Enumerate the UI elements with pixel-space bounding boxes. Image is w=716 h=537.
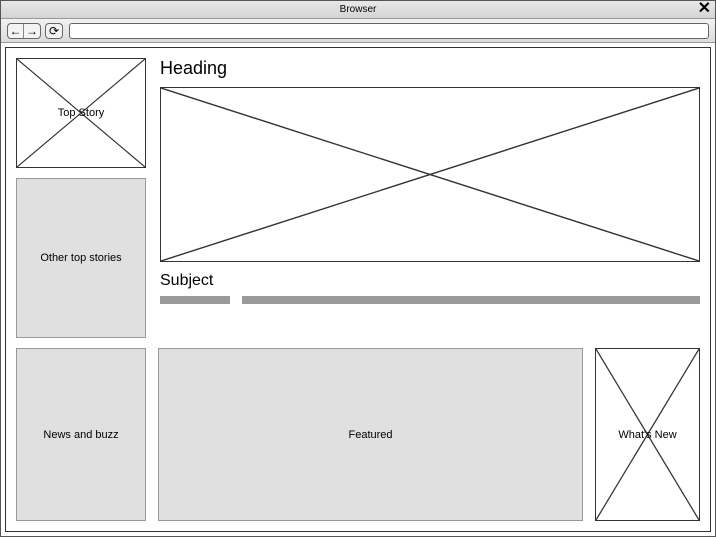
top-story-box[interactable]: Top Story <box>16 58 146 168</box>
hero-image[interactable] <box>160 87 700 262</box>
text-placeholder-short <box>160 296 230 304</box>
news-and-buzz-box[interactable]: News and buzz <box>16 348 146 521</box>
other-top-stories-box[interactable]: Other top stories <box>16 178 146 338</box>
arrow-right-icon: → <box>26 25 38 37</box>
upper-row: Top Story Other top stories Heading Subj… <box>16 58 700 338</box>
featured-label: Featured <box>346 429 394 441</box>
refresh-button[interactable]: ⟳ <box>45 23 63 39</box>
titlebar: Browser ✕ <box>1 1 715 19</box>
text-placeholder-row <box>160 296 700 304</box>
page-content: Top Story Other top stories Heading Subj… <box>5 47 711 532</box>
url-input[interactable] <box>69 23 709 39</box>
back-button[interactable]: ← <box>8 24 24 38</box>
lower-row: News and buzz Featured What's New <box>16 348 700 521</box>
text-placeholder-long <box>242 296 700 304</box>
toolbar: ← → ⟳ <box>1 19 715 43</box>
window-title: Browser <box>340 4 377 15</box>
top-story-label: Top Story <box>56 107 106 119</box>
arrow-left-icon: ← <box>10 25 22 37</box>
main-column: Heading Subject <box>160 58 700 338</box>
close-icon[interactable]: ✕ <box>698 1 711 17</box>
refresh-icon: ⟳ <box>49 24 59 38</box>
forward-button[interactable]: → <box>24 24 40 38</box>
featured-box[interactable]: Featured <box>158 348 583 521</box>
page-heading: Heading <box>160 58 700 79</box>
whats-new-box[interactable]: What's New <box>595 348 700 521</box>
nav-group: ← → <box>7 23 41 39</box>
browser-window: Browser ✕ ← → ⟳ Top Story <box>0 0 716 537</box>
whats-new-label: What's New <box>616 429 678 441</box>
news-and-buzz-label: News and buzz <box>41 429 120 441</box>
subject-heading: Subject <box>160 272 700 290</box>
other-top-stories-label: Other top stories <box>38 252 123 264</box>
left-column: Top Story Other top stories <box>16 58 146 338</box>
placeholder-x-icon <box>161 88 699 261</box>
